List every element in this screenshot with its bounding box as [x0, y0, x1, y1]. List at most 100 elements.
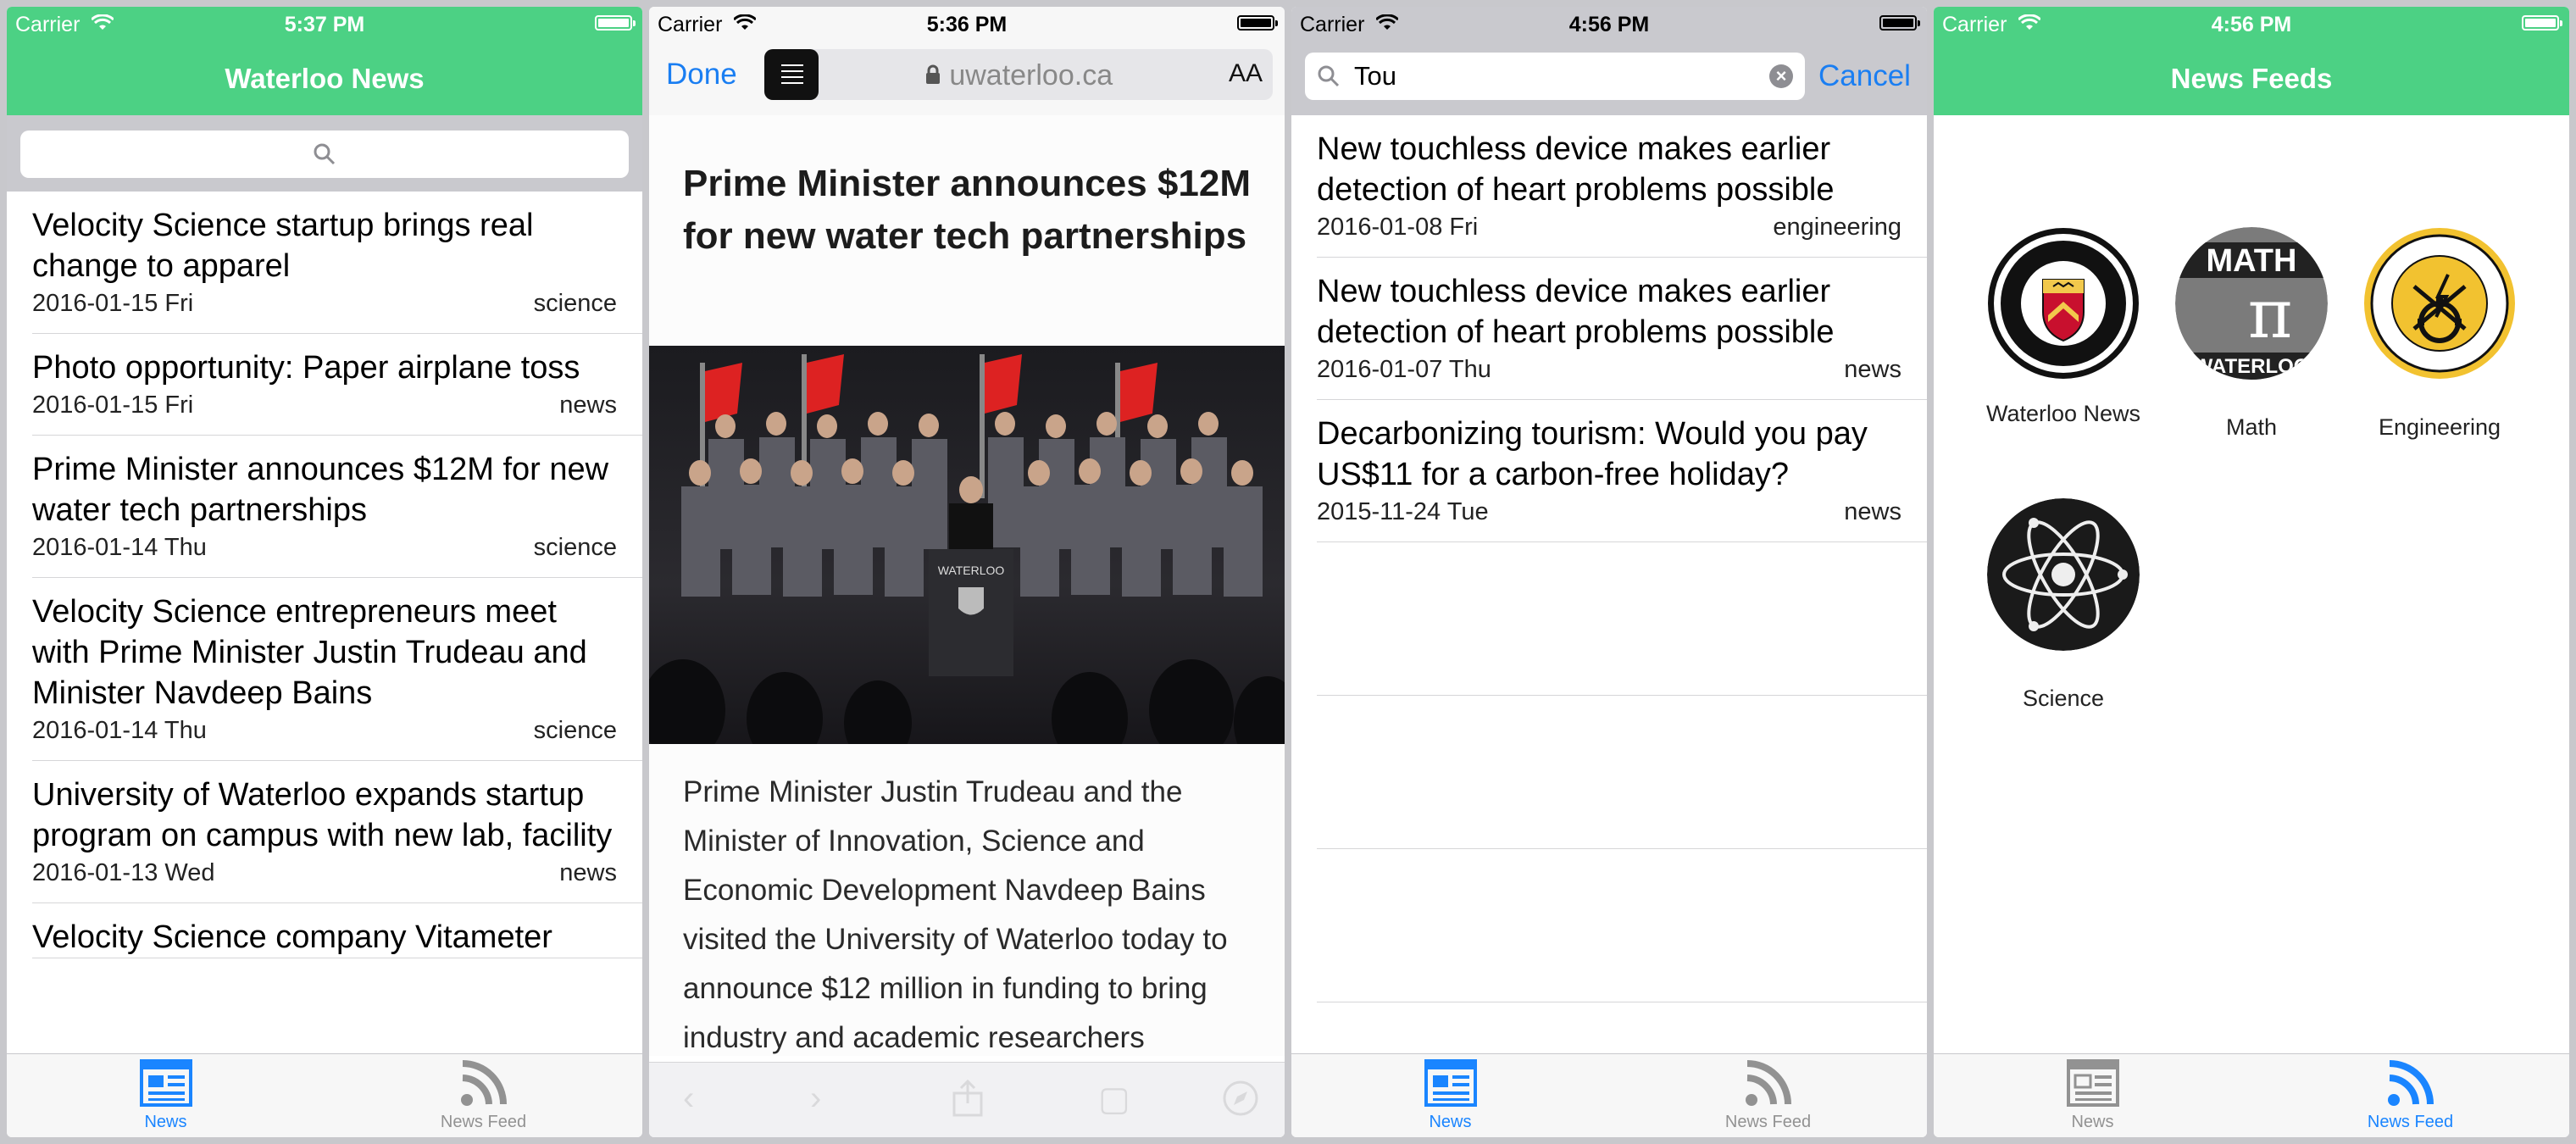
- list-item[interactable]: Decarbonizing tourism: Would you pay US$…: [1317, 400, 1927, 542]
- item-date: 2016-01-14 Thu: [32, 534, 207, 561]
- item-title: Prime Minister announces $12M for new wa…: [32, 452, 609, 528]
- item-category: science: [533, 290, 617, 317]
- svg-text:π: π: [2248, 275, 2293, 353]
- list-item[interactable]: Velocity Science company Vitameter: [32, 903, 642, 958]
- list-item[interactable]: Velocity Science entrepreneurs meet with…: [32, 578, 642, 761]
- tab-news[interactable]: News: [7, 1059, 325, 1132]
- list-item[interactable]: Prime Minister announces $12M for new wa…: [32, 436, 642, 578]
- address-bar[interactable]: uwaterloo.ca AA: [764, 49, 1273, 100]
- status-bar: Carrier 4:56 PM: [1934, 7, 2569, 41]
- svg-text:WATERLOO: WATERLOO: [2194, 355, 2310, 378]
- list-item[interactable]: University of Waterloo expands startup p…: [32, 761, 642, 903]
- item-date: 2016-01-13 Wed: [32, 859, 215, 886]
- feed-math[interactable]: MATH π WATERLOO Math: [2158, 227, 2345, 441]
- battery-icon: [595, 15, 636, 31]
- feed-label: Engineering: [2378, 414, 2501, 440]
- share-icon[interactable]: [951, 1079, 985, 1125]
- back-icon[interactable]: ‹: [683, 1080, 694, 1118]
- battery-icon: [2522, 15, 2562, 31]
- tab-bar: News News Feed: [1291, 1053, 1927, 1137]
- clear-search-icon[interactable]: ×: [1769, 64, 1793, 88]
- battery-icon: [1237, 15, 1278, 31]
- compass-icon[interactable]: [1222, 1080, 1259, 1125]
- item-category: news: [1844, 498, 1901, 525]
- tab-news-feed[interactable]: News Feed: [2251, 1059, 2569, 1132]
- svg-text:MATH: MATH: [2207, 243, 2297, 279]
- item-title: New touchless device makes earlier detec…: [1317, 131, 1835, 208]
- status-bar: Carrier 5:36 PM: [649, 7, 1285, 41]
- item-category: science: [533, 534, 617, 561]
- atom-icon: [1987, 498, 2140, 651]
- bookmarks-icon[interactable]: ▢: [1098, 1080, 1130, 1119]
- feed-label: Waterloo News: [1985, 401, 2141, 426]
- feed-label: Math: [2225, 414, 2278, 440]
- rss-feed-icon: [2387, 1060, 2434, 1110]
- empty-row: [1317, 696, 1927, 849]
- feed-science[interactable]: Science: [1970, 498, 2157, 712]
- newspaper-icon: [139, 1059, 192, 1110]
- tab-news-feed[interactable]: News Feed: [1609, 1059, 1927, 1132]
- item-category: engineering: [1773, 214, 1901, 241]
- tab-bar: News News Feed: [7, 1053, 642, 1137]
- news-list-screen: Waterloo News Carrier 5:37 PM Velocity S…: [7, 7, 642, 1137]
- rss-feed-icon: [460, 1060, 508, 1110]
- text-size-button[interactable]: AA: [1229, 59, 1263, 88]
- article-headline: Prime Minister announces $12M for new wa…: [683, 163, 1251, 257]
- list-item[interactable]: Velocity Science startup brings real cha…: [32, 192, 642, 334]
- item-date: 2015-11-24 Tue: [1317, 498, 1489, 525]
- item-title: Decarbonizing tourism: Would you pay US$…: [1317, 416, 1868, 492]
- search-results-screen: Tou × Cancel Carrier 4:56 PM New touchle…: [1291, 7, 1927, 1137]
- tab-label: News Feed: [1724, 1113, 1812, 1131]
- rss-feed-icon: [1745, 1060, 1792, 1110]
- tab-label: News: [2071, 1113, 2114, 1131]
- list-item[interactable]: New touchless device makes earlier detec…: [1317, 115, 1927, 258]
- url-host: uwaterloo.ca: [764, 59, 1273, 92]
- done-button[interactable]: Done: [666, 58, 737, 92]
- item-title: Photo opportunity: Paper airplane toss: [32, 350, 580, 386]
- feed-waterloo-news[interactable]: Waterloo News: [1970, 227, 2157, 427]
- tab-news[interactable]: News: [1934, 1059, 2251, 1132]
- search-input[interactable]: Tou ×: [1305, 53, 1805, 100]
- lock-icon: [924, 59, 941, 92]
- feeds-grid: Waterloo News MATH π WATERLOO Math Engin…: [1934, 115, 2569, 1054]
- item-date: 2016-01-15 Fri: [32, 392, 194, 419]
- nav-title: News Feeds: [2170, 63, 2333, 94]
- search-icon: [313, 142, 336, 170]
- engineering-gear-icon: [2363, 227, 2516, 380]
- nav-title: Waterloo News: [225, 63, 425, 94]
- list-item[interactable]: Photo opportunity: Paper airplane toss 2…: [32, 334, 642, 436]
- status-bar: Carrier 5:37 PM: [7, 7, 642, 41]
- status-bar: Carrier 4:56 PM: [1291, 7, 1927, 41]
- news-feeds-screen: News Feeds Carrier 4:56 PM Waterloo News…: [1934, 7, 2569, 1137]
- list-item[interactable]: New touchless device makes earlier detec…: [1317, 258, 1927, 400]
- host-text: uwaterloo.ca: [949, 59, 1113, 92]
- cancel-button[interactable]: Cancel: [1818, 59, 1911, 93]
- search-icon: [1317, 64, 1341, 92]
- battery-icon: [1879, 15, 1920, 31]
- forward-icon[interactable]: ›: [810, 1080, 821, 1118]
- item-date: 2016-01-15 Fri: [32, 290, 194, 317]
- feed-engineering[interactable]: Engineering: [2346, 227, 2533, 441]
- item-title: Velocity Science startup brings real cha…: [32, 208, 534, 284]
- tab-news-feed[interactable]: News Feed: [325, 1059, 642, 1132]
- search-query: Tou: [1354, 61, 1396, 91]
- clock: 5:36 PM: [926, 13, 1008, 36]
- item-title: University of Waterloo expands startup p…: [32, 777, 613, 853]
- tab-label: News: [144, 1113, 187, 1131]
- article-photo: WATERLOO: [649, 346, 1285, 744]
- newspaper-icon: [1424, 1059, 1477, 1110]
- search-bar: [7, 115, 642, 192]
- article-body: Prime Minister Justin Trudeau and the Mi…: [683, 775, 1228, 1054]
- item-date: 2016-01-08 Fri: [1317, 214, 1479, 241]
- article-browser-screen: Done uwaterloo.ca AA Carrier 5:36 PM Pri…: [649, 7, 1285, 1137]
- newspaper-icon: [2066, 1059, 2119, 1110]
- tab-label: News Feed: [2367, 1113, 2454, 1131]
- tab-bar: News News Feed: [1934, 1053, 2569, 1137]
- tab-news[interactable]: News: [1291, 1059, 1609, 1132]
- clock: 4:56 PM: [1568, 13, 1650, 36]
- clock: 4:56 PM: [2211, 13, 2292, 36]
- feed-label: Science: [2022, 686, 2105, 711]
- item-category: news: [559, 392, 617, 419]
- item-title: Velocity Science company Vitameter: [32, 919, 552, 955]
- search-field[interactable]: [20, 131, 629, 178]
